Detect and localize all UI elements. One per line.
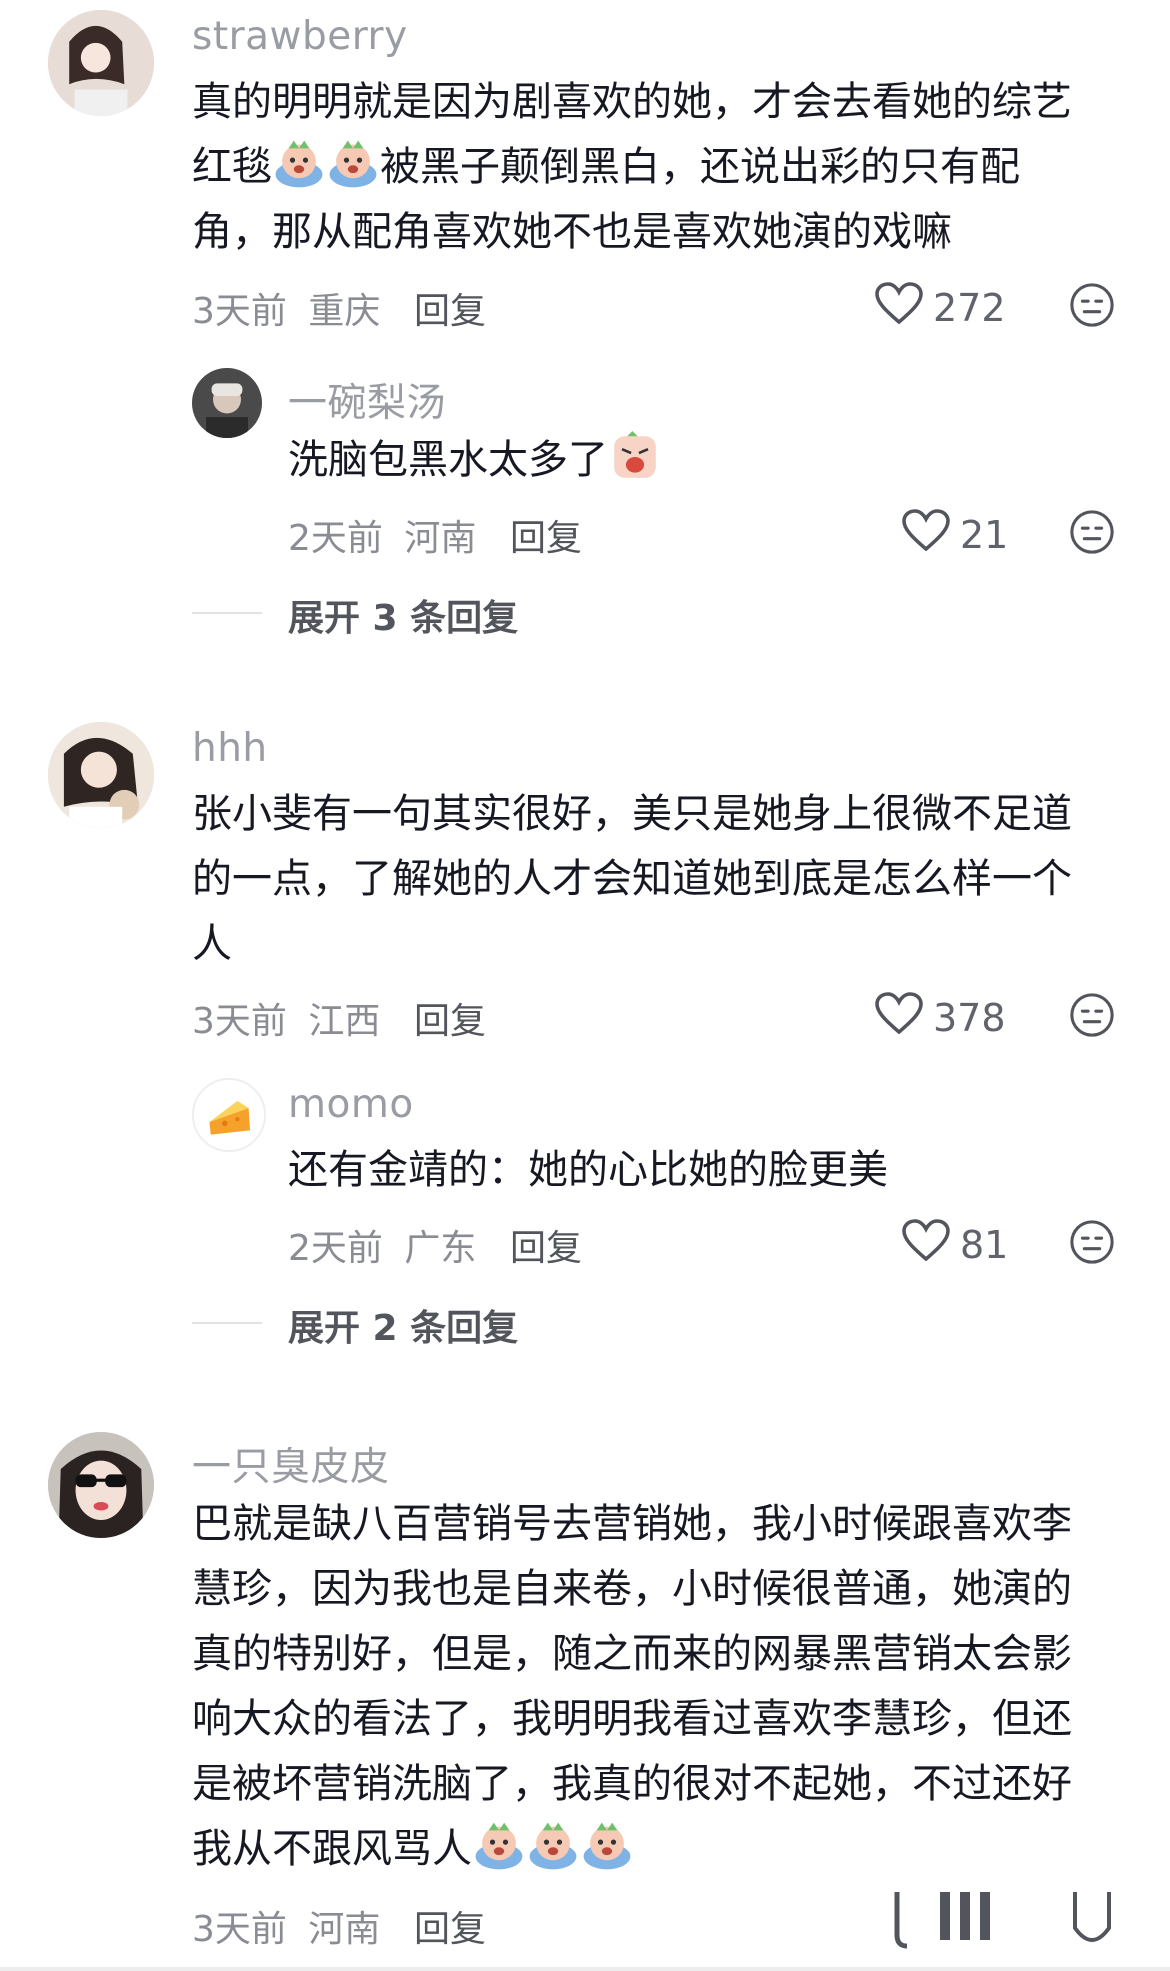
- comment-meta: 3天前 江西: [192, 992, 380, 1044]
- location: 河南: [308, 1909, 381, 1950]
- like-button[interactable]: 21: [902, 509, 1008, 560]
- crying-emoji-icon: [273, 138, 325, 190]
- location: 江西: [308, 1001, 381, 1042]
- divider: [192, 1322, 262, 1324]
- heart-outline-icon: [875, 282, 923, 333]
- username[interactable]: momo: [288, 1082, 414, 1127]
- like-button[interactable]: 81: [902, 1219, 1008, 1270]
- comment-line: 角，那从配角喜欢她不也是喜欢她演的戏嘛: [192, 209, 952, 255]
- comment-line: 人: [192, 921, 232, 967]
- reply-button[interactable]: 回复: [510, 509, 582, 561]
- heart-outline-icon[interactable]: [885, 1890, 1005, 1950]
- avatar[interactable]: [48, 1432, 154, 1538]
- comment-text: 张小斐有一句其实很好，美只是她身上很微不足道 的一点，了解她的人才会知道她到底是…: [192, 782, 1072, 977]
- timestamp: 2天前: [288, 518, 383, 559]
- comment-meta: 3天前 河南: [192, 1900, 380, 1952]
- expand-replies-button[interactable]: 展开 2 条回复: [288, 1299, 518, 1351]
- timestamp: 3天前: [192, 1001, 287, 1042]
- neutral-face-icon[interactable]: [1069, 282, 1115, 328]
- reply-button[interactable]: 回复: [510, 1219, 582, 1271]
- comment-line: 真的特别好，但是，随之而来的网暴黑营销太会影: [192, 1631, 1072, 1677]
- comment-line: 慧珍，因为我也是自来卷，小时候很普通，她演的: [192, 1566, 1072, 1612]
- like-count: 272: [933, 285, 1006, 330]
- comment-line: 红毯 被黑子颠倒黑白，还说出彩的只有配: [192, 135, 1072, 200]
- comment-line: 张小斐有一句其实很好，美只是她身上很微不足道: [192, 791, 1072, 837]
- crying-emoji-icon: [527, 1820, 579, 1872]
- angry-emoji-icon: [609, 431, 661, 483]
- comment-line: 我从不跟风骂人: [192, 1817, 1072, 1882]
- crying-emoji-icon: [581, 1820, 633, 1872]
- location: 重庆: [308, 291, 381, 332]
- username[interactable]: hhh: [192, 726, 268, 771]
- reply-button[interactable]: 回复: [414, 992, 486, 1044]
- like-button[interactable]: 272: [875, 282, 1006, 333]
- neutral-face-icon[interactable]: [1069, 1219, 1115, 1265]
- comment-line: 是被坏营销洗脑了，我真的很对不起她，不过还好: [192, 1761, 1072, 1807]
- comment-line: 的一点，了解她的人才会知道她到底是怎么样一个: [192, 856, 1072, 902]
- comment-line: 响大众的看法了，我明明我看过喜欢李慧珍，但还: [192, 1696, 1072, 1742]
- heart-outline-icon: [875, 992, 923, 1043]
- like-count: 378: [933, 995, 1006, 1040]
- reply-text-content: 洗脑包黑水太多了: [288, 437, 608, 483]
- timestamp: 3天前: [192, 1909, 287, 1950]
- comment-line-rest: 被黑子颠倒黑白，还说出彩的只有配: [380, 144, 1020, 190]
- username[interactable]: 一碗梨汤: [288, 372, 446, 428]
- comment-text: 真的明明就是因为剧喜欢的她，才会去看她的综艺 红毯 被黑子颠倒黑白，还说出彩的只有…: [192, 70, 1072, 265]
- avatar[interactable]: [48, 722, 154, 828]
- reply-text: 洗脑包黑水太多了: [288, 428, 662, 493]
- crying-emoji-icon: [473, 1820, 525, 1872]
- like-button[interactable]: 378: [875, 992, 1006, 1043]
- username[interactable]: 一只臭皮皮: [192, 1436, 390, 1492]
- comment-text: 巴就是缺八百营销号去营销她，我小时候跟喜欢李 慧珍，因为我也是自来卷，小时候很普…: [192, 1492, 1072, 1882]
- avatar[interactable]: [48, 10, 154, 116]
- divider: [192, 612, 262, 614]
- expand-replies-button[interactable]: 展开 3 条回复: [288, 589, 518, 641]
- reply-button[interactable]: 回复: [414, 282, 486, 334]
- location: 广东: [404, 1228, 477, 1269]
- heart-outline-icon: [902, 509, 950, 560]
- avatar[interactable]: [192, 368, 262, 438]
- like-count: 21: [960, 512, 1009, 557]
- comment-line-prefix: 红毯: [192, 144, 272, 190]
- comment-line-text: 我从不跟风骂人: [192, 1826, 472, 1872]
- timestamp: 3天前: [192, 291, 287, 332]
- username[interactable]: strawberry: [192, 14, 408, 59]
- neutral-face-icon[interactable]: [1069, 509, 1115, 555]
- avatar[interactable]: [192, 1078, 266, 1152]
- comment-meta: 3天前 重庆: [192, 282, 380, 334]
- heart-outline-icon: [902, 1219, 950, 1270]
- divider: [0, 1967, 1170, 1971]
- comment-meta: 2天前 河南: [288, 509, 476, 561]
- neutral-face-icon[interactable]: [1069, 992, 1115, 1038]
- crying-emoji-icon: [327, 138, 379, 190]
- comment-line: 真的明明就是因为剧喜欢的她，才会去看她的综艺: [192, 79, 1072, 125]
- comment-line: 巴就是缺八百营销号去营销她，我小时候跟喜欢李: [192, 1501, 1072, 1547]
- timestamp: 2天前: [288, 1228, 383, 1269]
- like-count: 81: [960, 1222, 1009, 1267]
- neutral-face-icon[interactable]: [1069, 1890, 1115, 1950]
- location: 河南: [404, 518, 477, 559]
- reply-button[interactable]: 回复: [414, 1900, 486, 1952]
- comment-meta: 2天前 广东: [288, 1219, 476, 1271]
- reply-text: 还有金靖的：她的心比她的脸更美: [288, 1147, 888, 1193]
